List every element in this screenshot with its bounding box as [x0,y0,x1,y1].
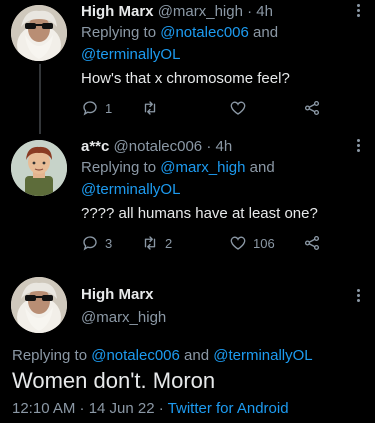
share-button[interactable] [303,234,321,252]
tweet-1[interactable]: High Marx @marx_high · 4h Replying to @n… [0,0,375,134]
handle[interactable]: @marx_high [81,309,166,326]
mention-link[interactable]: @terminallyOL [81,181,180,198]
tweet-header: High Marx @marx_high · 4h [81,3,273,21]
share-button[interactable] [303,99,321,117]
retweet-count: 2 [165,235,173,251]
mention-link[interactable]: @marx_high [160,159,245,176]
share-icon [304,235,320,251]
retweet-button[interactable] [141,99,165,117]
display-name[interactable]: High Marx [81,286,154,303]
more-icon[interactable] [357,289,361,304]
tweet-header: a**c @notalec006 · 4h [81,138,232,156]
avatar-notalec[interactable] [11,140,67,196]
mention-link[interactable]: @notalec006 [91,347,180,364]
tweet-meta: 12:10 AM · 14 Jun 22 · Twitter for Andro… [12,400,289,417]
display-name[interactable]: a**c [81,138,109,155]
reply-icon [83,101,97,116]
timestamp[interactable]: · 4h [247,3,273,20]
replying-to: Replying to @marx_high and @terminallyOL [81,159,275,198]
retweet-icon [144,236,156,250]
reply-button[interactable]: 3 [81,234,112,252]
tweet-text: Women don't. Moron [12,368,216,393]
mention-link[interactable]: @terminallyOL [213,347,312,364]
heart-icon [230,236,246,250]
timestamp[interactable]: 12:10 AM · 14 Jun 22 · [12,400,168,417]
heart-icon [230,101,246,115]
reply-icon [83,236,97,251]
handle[interactable]: @notalec006 [114,138,203,155]
reply-count: 1 [105,100,113,116]
avatar-high-marx[interactable] [11,5,67,61]
retweet-icon [144,101,156,115]
main-tweet: High Marx @marx_high Replying to @notale… [0,265,375,423]
tweet-text: ???? all humans have at least one? [81,205,318,222]
reply-count: 3 [105,235,113,251]
replying-to: Replying to @notalec006 and @terminallyOL [81,24,279,63]
like-button[interactable]: 106 [229,234,275,252]
more-icon[interactable] [357,4,361,19]
tweet-text: How's that x chromosome feel? [81,70,290,87]
avatar-high-marx[interactable] [11,277,67,333]
mention-link[interactable]: @notalec006 [160,24,249,41]
tweet-actions: 3 2 106 [81,234,331,254]
like-count: 106 [253,235,275,251]
retweet-button[interactable]: 2 [141,234,172,252]
like-button[interactable] [229,99,253,117]
share-icon [304,100,320,116]
more-icon[interactable] [357,139,361,154]
source-link[interactable]: Twitter for Android [168,400,289,417]
tweet-2[interactable]: a**c @notalec006 · 4h Replying to @marx_… [0,130,375,265]
mention-link[interactable]: @terminallyOL [81,46,180,63]
display-name[interactable]: High Marx [81,3,154,20]
handle[interactable]: @marx_high [158,3,243,20]
timestamp[interactable]: · 4h [206,138,232,155]
tweet-actions: 1 [81,99,331,119]
replying-to: Replying to @notalec006 and @terminallyO… [12,347,313,364]
thread-line [39,64,41,134]
reply-button[interactable]: 1 [81,99,112,117]
